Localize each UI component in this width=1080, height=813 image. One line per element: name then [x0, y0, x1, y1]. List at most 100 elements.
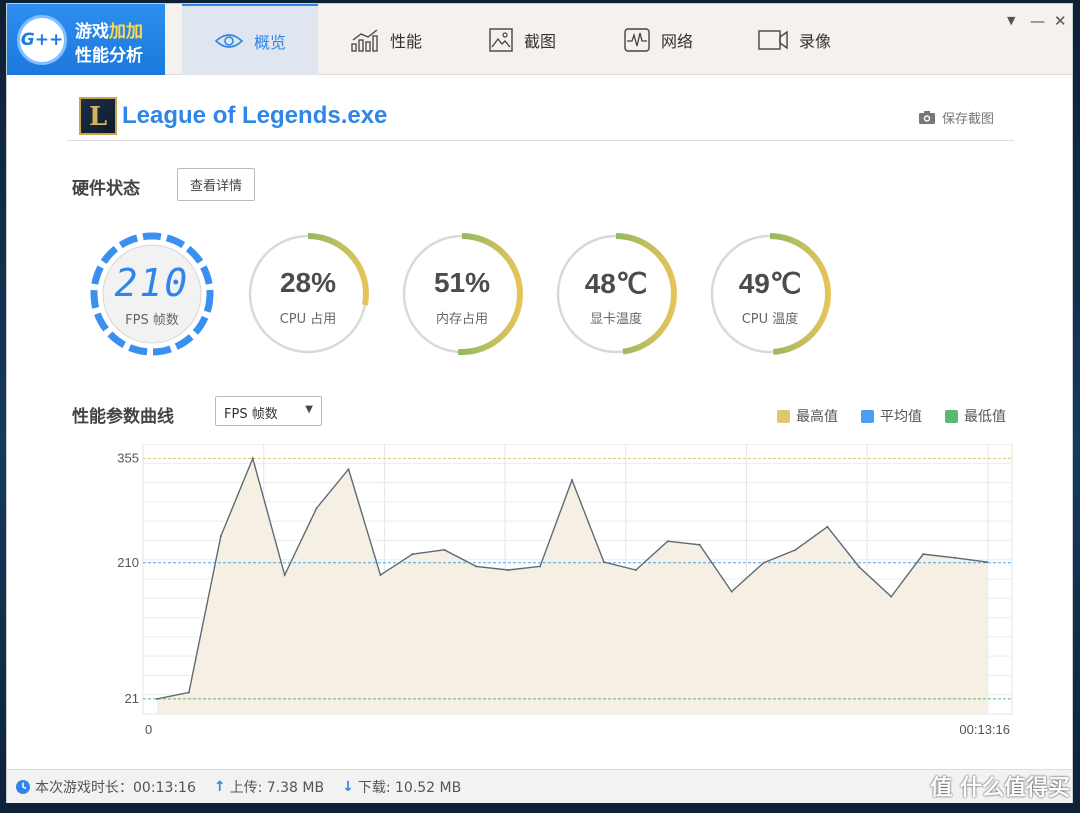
cpu-usage-label: CPU 占用 [279, 312, 337, 327]
fps-data-point [858, 566, 861, 569]
tab-overview-label: 概览 [253, 32, 286, 52]
x-end-label: 00:13:16 [959, 722, 1010, 737]
gpu-temp-value: 48℃ [584, 268, 648, 299]
top-nav-bar: G++ 游戏加加 性能分析 概览 性能 截图 网络 录像 ▼ — ✕ [7, 4, 1072, 75]
legend-avg-swatch [861, 409, 874, 423]
fps-data-point [666, 540, 669, 543]
fps-data-point [219, 535, 222, 538]
clock-icon [16, 779, 30, 794]
tab-recording[interactable]: 录像 [726, 4, 862, 75]
fps-data-point [698, 543, 701, 546]
network-pulse-icon [624, 27, 650, 52]
app-title-part1: 游戏 [75, 22, 109, 42]
cpu-usage-gauge: 28% CPU 占用 [243, 229, 373, 359]
app-title-line2: 性能分析 [75, 46, 143, 66]
fps-data-point [539, 565, 542, 568]
fps-gauge: 210 FPS 帧数 [87, 229, 217, 359]
app-title-part2: 加加 [109, 22, 143, 42]
save-screenshot-label: 保存截图 [942, 112, 995, 127]
header-divider [67, 140, 1014, 141]
tab-network[interactable]: 网络 [590, 4, 726, 75]
performance-window: G++ 游戏加加 性能分析 概览 性能 截图 网络 录像 ▼ — ✕ L Lea… [6, 3, 1073, 803]
download-text: 下载: 10.52 MB [357, 779, 462, 796]
tab-performance-label: 性能 [389, 31, 422, 51]
minimize-button[interactable]: — [1030, 12, 1045, 30]
video-camera-icon [758, 29, 788, 50]
performance-curve-title: 性能参数曲线 [72, 407, 174, 427]
legend-avg: 平均值 [861, 406, 922, 426]
fps-data-point [730, 590, 733, 593]
legend-max-swatch [777, 409, 790, 423]
memory-usage-gauge: 51% 内存占用 [397, 229, 527, 359]
camera-icon [919, 111, 935, 124]
fps-data-point [475, 565, 478, 568]
gpu-temp-label: 显卡温度 [589, 312, 642, 327]
performance-chart-icon [351, 28, 378, 52]
game-icon: L [79, 97, 117, 135]
x-start-label: 0 [145, 722, 152, 737]
fps-data-point [986, 561, 988, 564]
game-title: League of Legends.exe [122, 102, 388, 129]
fps-data-point [602, 561, 605, 564]
legend-max: 最高值 [777, 406, 838, 426]
tab-screenshots-label: 截图 [523, 31, 556, 51]
fps-data-point [443, 548, 446, 551]
tab-network-label: 网络 [660, 31, 693, 51]
gpu-temp-gauge: 48℃ 显卡温度 [551, 229, 681, 359]
fps-label: FPS 帧数 [125, 313, 179, 328]
upload-status: ↑ 上传: 7.38 MB [214, 777, 324, 797]
fps-data-point [347, 468, 350, 471]
legend-max-label: 最高值 [796, 409, 838, 425]
game-icon-letter: L [88, 102, 108, 132]
y-tick-label: 210 [117, 555, 139, 570]
fps-data-point [251, 457, 254, 460]
tab-performance[interactable]: 性能 [318, 4, 454, 75]
cpu-temp-label: CPU 温度 [741, 312, 799, 327]
y-tick-label: 355 [117, 450, 139, 465]
legend-min-swatch [945, 409, 958, 423]
fps-data-point [315, 507, 318, 510]
watermark-logo: 值 什么值得买 [930, 776, 1070, 801]
playtime-status: 本次游戏时长：00:13:16 [15, 777, 196, 797]
legend-min-label: 最低值 [964, 409, 1006, 425]
download-status: ↓ 下载: 10.52 MB [342, 777, 461, 797]
fps-data-point [156, 697, 158, 700]
cpu-usage-value: 28% [279, 267, 337, 298]
tab-screenshots[interactable]: 截图 [454, 4, 590, 75]
app-logo: G++ 游戏加加 性能分析 [7, 4, 165, 75]
legend-avg-label: 平均值 [880, 409, 922, 425]
tab-overview[interactable]: 概览 [182, 4, 318, 75]
close-button[interactable]: ✕ [1054, 12, 1067, 30]
hardware-status-title: 硬件状态 [72, 179, 140, 199]
fps-data-point [794, 548, 797, 551]
memory-usage-label: 内存占用 [435, 312, 488, 327]
metric-select[interactable]: FPS 帧数 ▼ [215, 396, 322, 426]
logo-badge-icon: G++ [17, 15, 67, 65]
cpu-temp-value: 49℃ [738, 268, 802, 299]
fps-data-point [826, 525, 829, 528]
fps-value: 210 [114, 261, 190, 305]
tab-recording-label: 录像 [798, 31, 831, 51]
chevron-down-icon: ▼ [305, 404, 313, 415]
app-title-line1: 游戏加加 [75, 17, 143, 42]
dropdown-menu-icon[interactable]: ▼ [1007, 14, 1015, 27]
logo-badge-text: G++ [20, 30, 64, 50]
fps-data-point [762, 561, 765, 564]
status-bar: 本次游戏时长：00:13:16 ↑ 上传: 7.38 MB ↓ 下载: 10.5… [7, 769, 1072, 803]
legend-min: 最低值 [945, 406, 1006, 426]
download-arrow-icon: ↓ [342, 778, 354, 795]
fps-data-point [411, 553, 414, 556]
fps-curve-chart: 21 210 355 0 00:13:16 [117, 444, 1013, 737]
fps-data-point [507, 569, 510, 571]
fps-data-point [890, 595, 893, 598]
cpu-temp-gauge: 49℃ CPU 温度 [705, 229, 835, 359]
save-screenshot-button[interactable]: 保存截图 [918, 108, 994, 127]
metric-select-value: FPS 帧数 [224, 407, 278, 422]
fps-data-point [283, 574, 286, 577]
playtime-text: 本次游戏时长：00:13:16 [35, 779, 196, 796]
fps-data-point [634, 569, 637, 571]
y-tick-label: 21 [125, 691, 139, 706]
fps-data-point [187, 691, 190, 694]
view-details-button[interactable]: 查看详情 [177, 168, 256, 201]
fps-data-point [922, 553, 925, 556]
